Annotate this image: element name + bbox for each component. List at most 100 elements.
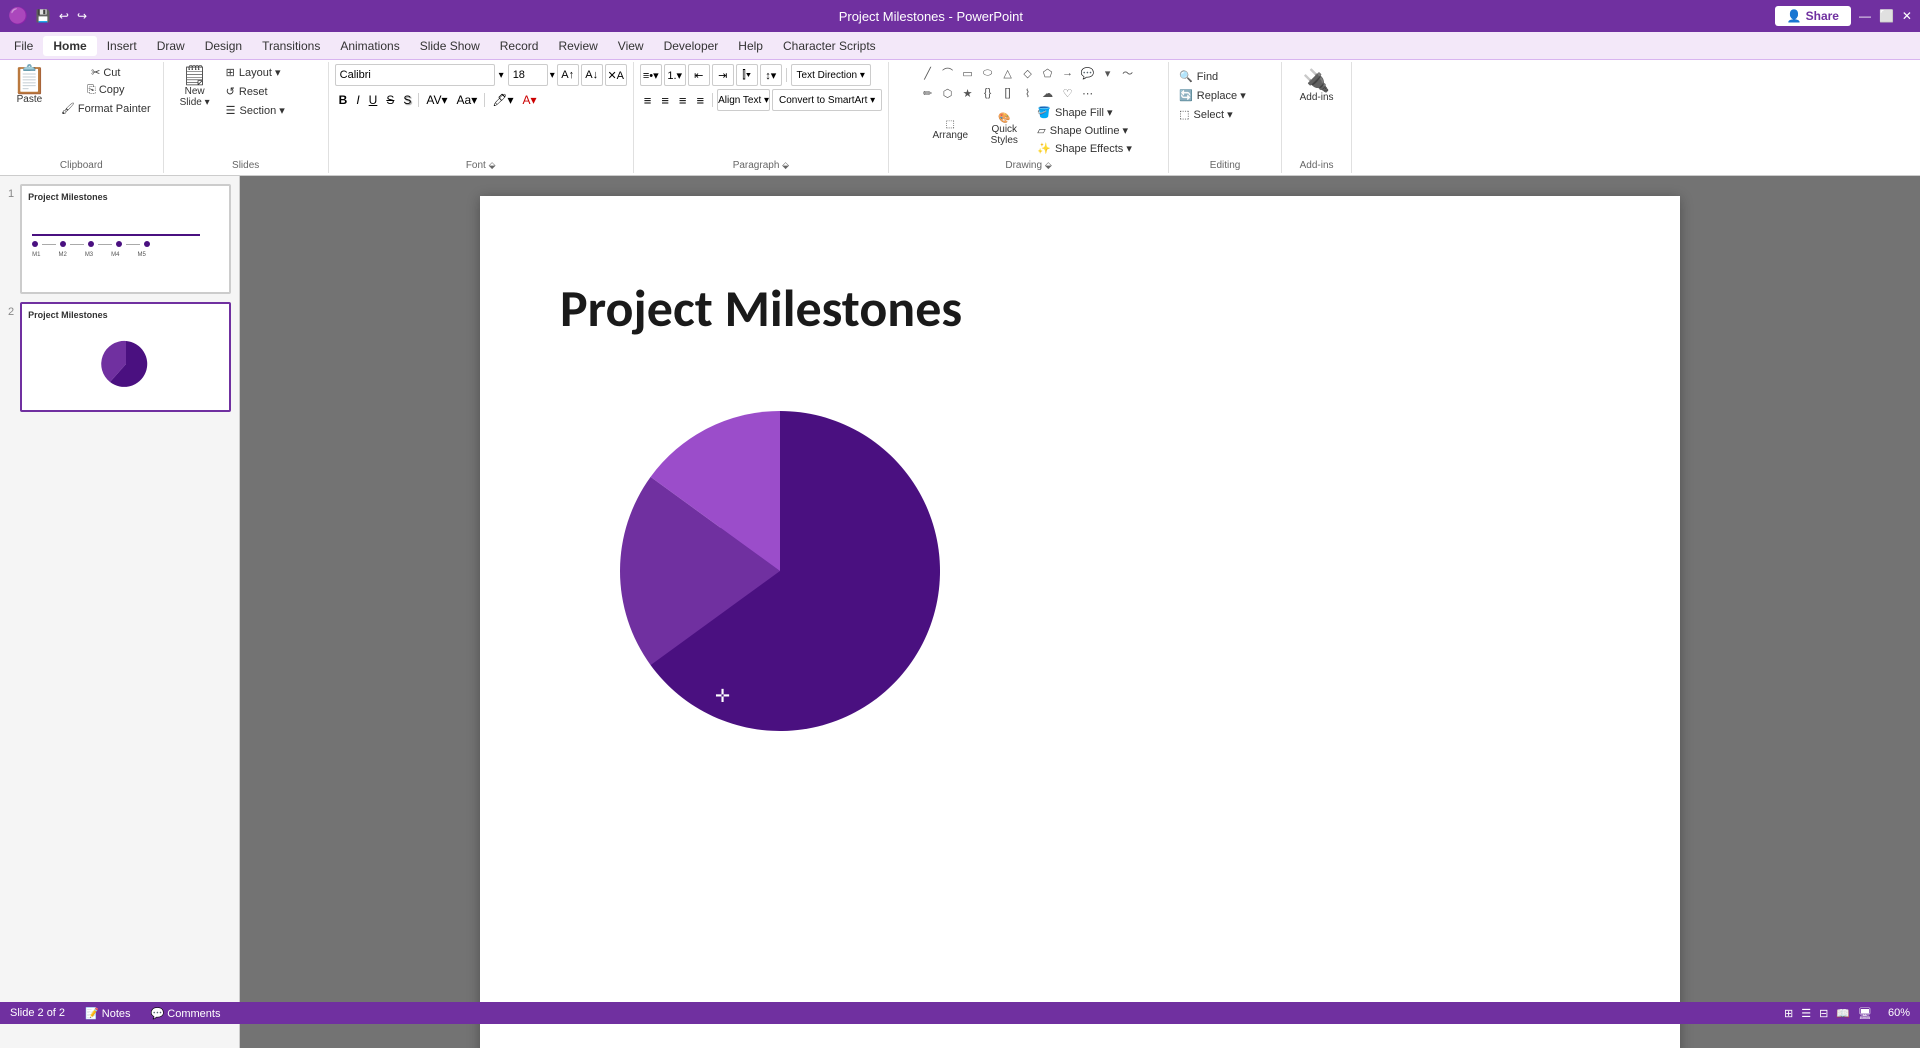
menu-animations[interactable]: Animations: [330, 36, 409, 56]
find-button[interactable]: 🔍 Find: [1175, 68, 1275, 85]
menu-draw[interactable]: Draw: [147, 36, 195, 56]
arrow-shape[interactable]: →: [1059, 64, 1077, 82]
convert-smartart-button[interactable]: Convert to SmartArt ▾: [772, 89, 882, 111]
slide-thumbnail-1[interactable]: Project Milestones: [20, 184, 231, 294]
close-button[interactable]: ✕: [1902, 9, 1912, 23]
view-outline[interactable]: ☰: [1801, 1007, 1811, 1020]
brace-shape[interactable]: {}: [979, 84, 997, 102]
reset-button[interactable]: ↺ Reset: [222, 83, 322, 100]
copy-button[interactable]: ⎘ Copy: [55, 82, 157, 99]
menu-record[interactable]: Record: [490, 36, 549, 56]
numbering-button[interactable]: 1.▾: [664, 64, 686, 86]
main-pie-chart[interactable]: [600, 391, 960, 751]
decrease-indent-button[interactable]: ⇤: [688, 64, 710, 86]
quick-styles-button[interactable]: 🎨 QuickStyles: [979, 102, 1029, 157]
bold-button[interactable]: B: [335, 89, 352, 111]
menu-home[interactable]: Home: [43, 36, 96, 56]
menu-slideshow[interactable]: Slide Show: [410, 36, 490, 56]
menu-design[interactable]: Design: [195, 36, 252, 56]
align-right-button[interactable]: ≡: [675, 89, 691, 111]
diamond-shape[interactable]: ◇: [1019, 64, 1037, 82]
comments-button[interactable]: 💬 Comments: [151, 1007, 221, 1020]
share-button[interactable]: 👤 Share: [1775, 6, 1851, 26]
new-slide-button[interactable]: 🗒 NewSlide ▾: [170, 64, 220, 110]
more-shapes[interactable]: ▾: [1099, 64, 1117, 82]
view-presenter[interactable]: 🖥: [1858, 1007, 1872, 1020]
quick-access-undo[interactable]: ↩: [59, 9, 69, 23]
menu-developer[interactable]: Developer: [654, 36, 729, 56]
decrease-font-button[interactable]: A↓: [581, 64, 603, 86]
shape-effects-button[interactable]: ✨ Shape Effects ▾: [1033, 140, 1136, 157]
view-slide-sorter[interactable]: ⊟: [1819, 1007, 1828, 1020]
columns-button[interactable]: ⫿▾: [736, 64, 758, 86]
oval-shape[interactable]: ⬭: [979, 64, 997, 82]
arrange-button[interactable]: ⬚ Arrange: [925, 102, 975, 157]
menu-insert[interactable]: Insert: [97, 36, 147, 56]
menu-review[interactable]: Review: [548, 36, 607, 56]
justify-button[interactable]: ≡: [693, 89, 709, 111]
curve-shape[interactable]: 〜: [1119, 64, 1137, 82]
bullets-button[interactable]: ≡•▾: [640, 64, 662, 86]
freeform-shape[interactable]: ✏: [919, 84, 937, 102]
font-name-input[interactable]: [335, 64, 495, 86]
slide-thumbnail-2[interactable]: Project Milestones: [20, 302, 231, 412]
font-size-input[interactable]: [508, 64, 548, 86]
shapes-more[interactable]: ⋯: [1079, 84, 1097, 102]
heart-shape[interactable]: ♡: [1059, 84, 1077, 102]
replace-button[interactable]: 🔄 Replace ▾: [1175, 87, 1275, 104]
format-painter-button[interactable]: 🖌 Format Painter: [55, 100, 157, 117]
line-shape[interactable]: ╱: [919, 64, 937, 82]
underline-button[interactable]: U: [365, 89, 382, 111]
paragraph-launcher[interactable]: ⬙: [782, 160, 789, 170]
highlight-color-button[interactable]: 🖊▾: [488, 89, 517, 111]
menu-character-scripts[interactable]: Character Scripts: [773, 36, 886, 56]
addins-button[interactable]: 🔌 Add-ins: [1294, 68, 1340, 105]
align-left-button[interactable]: ≡: [640, 89, 656, 111]
menu-view[interactable]: View: [608, 36, 654, 56]
line-spacing-button[interactable]: ↕▾: [760, 64, 782, 86]
quick-access-save[interactable]: 💾: [36, 9, 51, 23]
shadow-button[interactable]: S: [399, 89, 415, 111]
menu-file[interactable]: File: [4, 36, 43, 56]
shape-fill-button[interactable]: 🪣 Shape Fill ▾: [1033, 104, 1136, 121]
view-reading[interactable]: 📖: [1836, 1007, 1850, 1020]
increase-indent-button[interactable]: ⇥: [712, 64, 734, 86]
menu-transitions[interactable]: Transitions: [252, 36, 330, 56]
center-button[interactable]: ≡: [657, 89, 673, 111]
cut-button[interactable]: ✂ Cut: [55, 64, 157, 81]
font-launcher[interactable]: ⬙: [489, 160, 496, 170]
font-color-button[interactable]: A▾: [518, 89, 540, 111]
notes-button[interactable]: 📝 Notes: [85, 1007, 131, 1020]
drawing-launcher[interactable]: ⬙: [1045, 160, 1052, 170]
clear-formatting-button[interactable]: ✕A: [605, 64, 627, 86]
menu-help[interactable]: Help: [728, 36, 773, 56]
align-text-button[interactable]: Align Text ▾: [717, 89, 770, 111]
italic-button[interactable]: I: [352, 89, 363, 111]
select-button[interactable]: ⬚ Select ▾: [1175, 106, 1275, 123]
character-spacing-button[interactable]: AV▾: [422, 89, 451, 111]
increase-font-button[interactable]: A↑: [557, 64, 579, 86]
hexagon-shape[interactable]: ⬡: [939, 84, 957, 102]
view-normal[interactable]: ⊞: [1784, 1007, 1793, 1020]
cloud-shape[interactable]: ☁: [1039, 84, 1057, 102]
star-shape[interactable]: ★: [959, 84, 977, 102]
shape-outline-button[interactable]: ▱ Shape Outline ▾: [1033, 122, 1136, 139]
text-direction-button[interactable]: Text Direction ▾: [791, 64, 871, 86]
arc-shape[interactable]: ⌒: [939, 64, 957, 82]
font-size-dropdown[interactable]: ▾: [550, 70, 555, 81]
maximize-button[interactable]: ⬜: [1879, 9, 1894, 23]
section-button[interactable]: ☰ Section ▾: [222, 102, 322, 119]
triangle-shape[interactable]: △: [999, 64, 1017, 82]
minimize-button[interactable]: —: [1859, 9, 1871, 23]
paste-button[interactable]: 📋 Paste: [6, 64, 53, 107]
wave-shape[interactable]: ⌇: [1019, 84, 1037, 102]
callout-shape[interactable]: 💬: [1079, 64, 1097, 82]
strikethrough-button[interactable]: S: [382, 89, 398, 111]
slide-canvas[interactable]: Project Milestones: [480, 196, 1680, 1048]
layout-button[interactable]: ⊞ Layout ▾: [222, 64, 322, 81]
quick-access-redo[interactable]: ↪: [77, 9, 87, 23]
pentagon-shape[interactable]: ⬠: [1039, 64, 1057, 82]
bracket-shape[interactable]: []: [999, 84, 1017, 102]
change-case-button[interactable]: Aa▾: [453, 89, 482, 111]
rect-shape[interactable]: ▭: [959, 64, 977, 82]
